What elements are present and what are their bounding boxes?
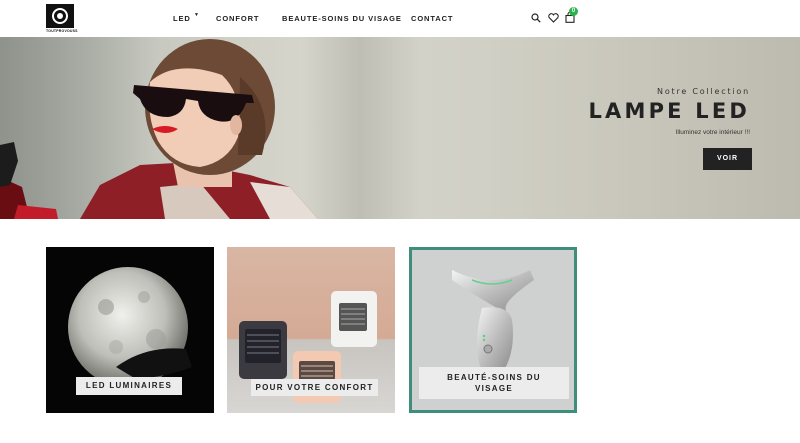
hero-title: LAMPE LED <box>588 99 750 123</box>
wishlist-heart-icon[interactable] <box>548 13 559 23</box>
nav-item-confort[interactable]: CONFORT <box>216 14 259 23</box>
nav-item-beaute-soins[interactable]: BEAUTE-SOINS DU VISAGE <box>282 14 402 23</box>
cart-count-badge: 0 <box>569 7 578 16</box>
search-icon[interactable] <box>531 13 541 23</box>
category-card-led-luminaires[interactable]: LED LUMINAIRES <box>46 247 214 413</box>
logo-mark <box>46 4 74 28</box>
category-label-beaute-soins: BEAUTÉ-SOINS DU VISAGE <box>419 367 569 399</box>
chevron-down-icon: ▼ <box>194 12 199 18</box>
category-label-confort: POUR VOTRE CONFORT <box>251 379 378 396</box>
hero-description: Illuminez votre intérieur !!! <box>675 129 750 136</box>
category-label-led-luminaires: LED LUMINAIRES <box>76 377 182 395</box>
site-logo[interactable]: TOUTPROVOUSS <box>46 4 78 34</box>
site-header: TOUTPROVOUSS LED ▼ CONFORT BEAUTE-SOINS … <box>0 0 800 37</box>
hero-subtitle: Notre Collection <box>657 87 750 96</box>
nav-item-led[interactable]: LED <box>173 14 191 23</box>
hero-model-image <box>0 39 318 219</box>
nav-item-contact[interactable]: CONTACT <box>411 14 453 23</box>
hero-voir-button[interactable]: VOIR <box>703 148 752 170</box>
hero-banner: Notre Collection LAMPE LED Illuminez vot… <box>0 37 800 219</box>
logo-text: TOUTPROVOUSS <box>46 29 78 33</box>
category-card-beaute-soins[interactable]: BEAUTÉ-SOINS DU VISAGE <box>409 247 577 413</box>
category-card-confort[interactable]: POUR VOTRE CONFORT <box>227 247 395 413</box>
